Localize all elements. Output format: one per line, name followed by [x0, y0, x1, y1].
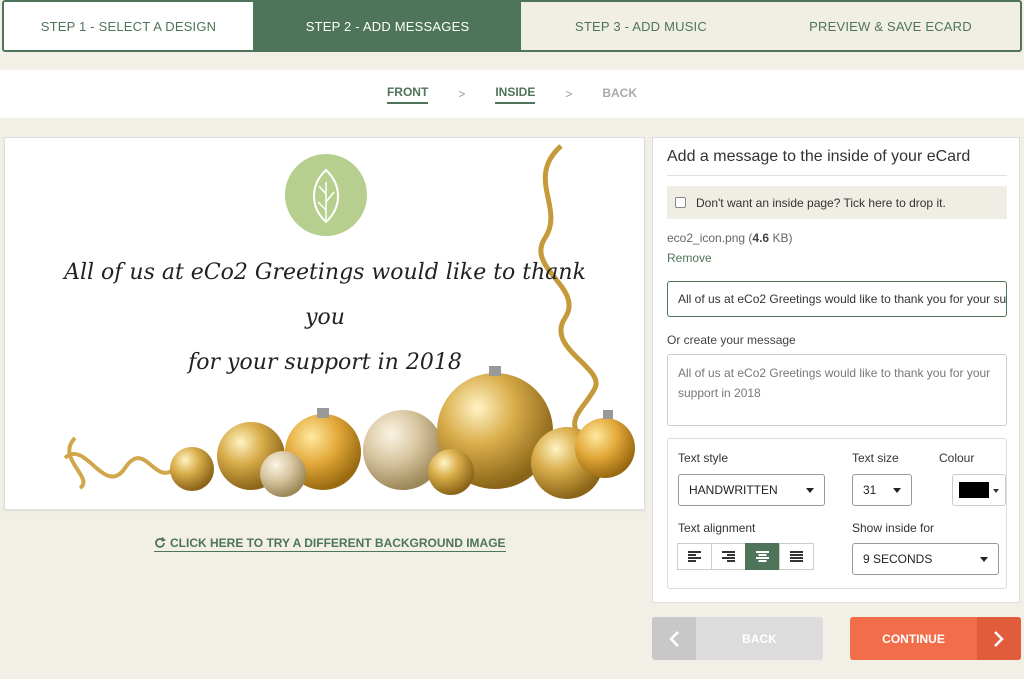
file-size-suffix: KB): [769, 231, 793, 245]
text-size-value: 31: [863, 483, 877, 497]
chevron-down-icon: [893, 488, 901, 493]
message-select[interactable]: All of us at eCo2 Greetings would like t…: [667, 281, 1007, 317]
text-style-select[interactable]: HANDWRITTEN: [678, 474, 825, 506]
change-background-link[interactable]: CLICK HERE TO TRY A DIFFERENT BACKGROUND…: [154, 536, 506, 552]
continue-button[interactable]: CONTINUE: [850, 617, 1021, 660]
text-size-label: Text size: [852, 451, 899, 465]
card-preview: All of us at eCo2 Greetings would like t…: [4, 137, 645, 510]
text-style-value: HANDWRITTEN: [689, 483, 778, 497]
refresh-icon: [155, 537, 166, 548]
uploaded-file-info: eco2_icon.png (4.6 KB): [667, 231, 792, 245]
align-right-icon: [722, 551, 735, 562]
change-background-label: CLICK HERE TO TRY A DIFFERENT BACKGROUND…: [170, 536, 506, 550]
show-inside-select[interactable]: 9 SECONDS: [852, 543, 999, 575]
align-center-button[interactable]: [745, 543, 780, 570]
subnav-inside[interactable]: INSIDE: [495, 85, 536, 104]
message-panel: Add a message to the inside of your eCar…: [652, 137, 1020, 603]
drop-inside-option[interactable]: Don't want an inside page? Tick here to …: [667, 186, 1007, 219]
file-name: eco2_icon.png: [667, 231, 746, 245]
create-message-label: Or create your message: [667, 333, 796, 347]
step-preview-save[interactable]: PREVIEW & SAVE ECARD: [761, 2, 1020, 50]
colour-picker[interactable]: [952, 474, 1006, 506]
text-options: Text style HANDWRITTEN Text size 31 Colo…: [667, 438, 1007, 589]
back-button[interactable]: BACK: [652, 617, 823, 660]
show-inside-value: 9 SECONDS: [863, 552, 933, 566]
steps-bar: STEP 1 - SELECT A DESIGN STEP 2 - ADD ME…: [2, 0, 1022, 52]
subnav-front[interactable]: FRONT: [386, 85, 429, 104]
colour-label: Colour: [939, 451, 975, 465]
divider: [667, 175, 1007, 176]
back-label: BACK: [742, 631, 777, 646]
chevron-down-icon: [993, 489, 999, 493]
align-right-button[interactable]: [711, 543, 746, 570]
card-message-line: for your support in 2018: [188, 350, 462, 375]
file-size: 4.6: [752, 231, 770, 245]
message-textarea[interactable]: All of us at eCo2 Greetings would like t…: [667, 354, 1007, 426]
align-justify-button[interactable]: [779, 543, 814, 570]
step-add-music[interactable]: STEP 3 - ADD MUSIC: [521, 2, 761, 50]
align-left-icon: [688, 551, 701, 562]
chevron-right-icon: [977, 617, 1021, 660]
step-add-messages[interactable]: STEP 2 - ADD MESSAGES: [254, 2, 521, 50]
align-center-icon: [756, 551, 769, 562]
subnav-separator: >: [458, 87, 466, 101]
card-message: All of us at eCo2 Greetings would like t…: [45, 250, 605, 385]
align-left-button[interactable]: [677, 543, 712, 570]
chevron-left-icon: [652, 617, 696, 660]
text-size-select[interactable]: 31: [852, 474, 912, 506]
align-justify-icon: [790, 551, 803, 562]
colour-swatch: [959, 482, 989, 498]
leaf-icon: [285, 154, 367, 236]
drop-inside-label: Don't want an inside page? Tick here to …: [696, 195, 946, 210]
step-select-design[interactable]: STEP 1 - SELECT A DESIGN: [4, 2, 254, 50]
panel-title: Add a message to the inside of your eCar…: [667, 148, 971, 165]
page-subnav: FRONT > INSIDE > BACK: [0, 70, 1024, 118]
text-style-label: Text style: [678, 451, 729, 465]
chevron-down-icon: [980, 557, 988, 562]
subnav-separator: >: [565, 87, 573, 101]
chevron-down-icon: [806, 488, 814, 493]
show-inside-label: Show inside for: [852, 521, 935, 535]
subnav-back[interactable]: BACK: [602, 86, 637, 103]
text-alignment-label: Text alignment: [678, 521, 756, 535]
drop-inside-checkbox[interactable]: [675, 197, 686, 208]
continue-label: CONTINUE: [882, 631, 945, 646]
alignment-group: [677, 543, 814, 570]
remove-file-link[interactable]: Remove: [667, 251, 712, 265]
card-message-line: All of us at eCo2 Greetings would like t…: [64, 260, 586, 330]
